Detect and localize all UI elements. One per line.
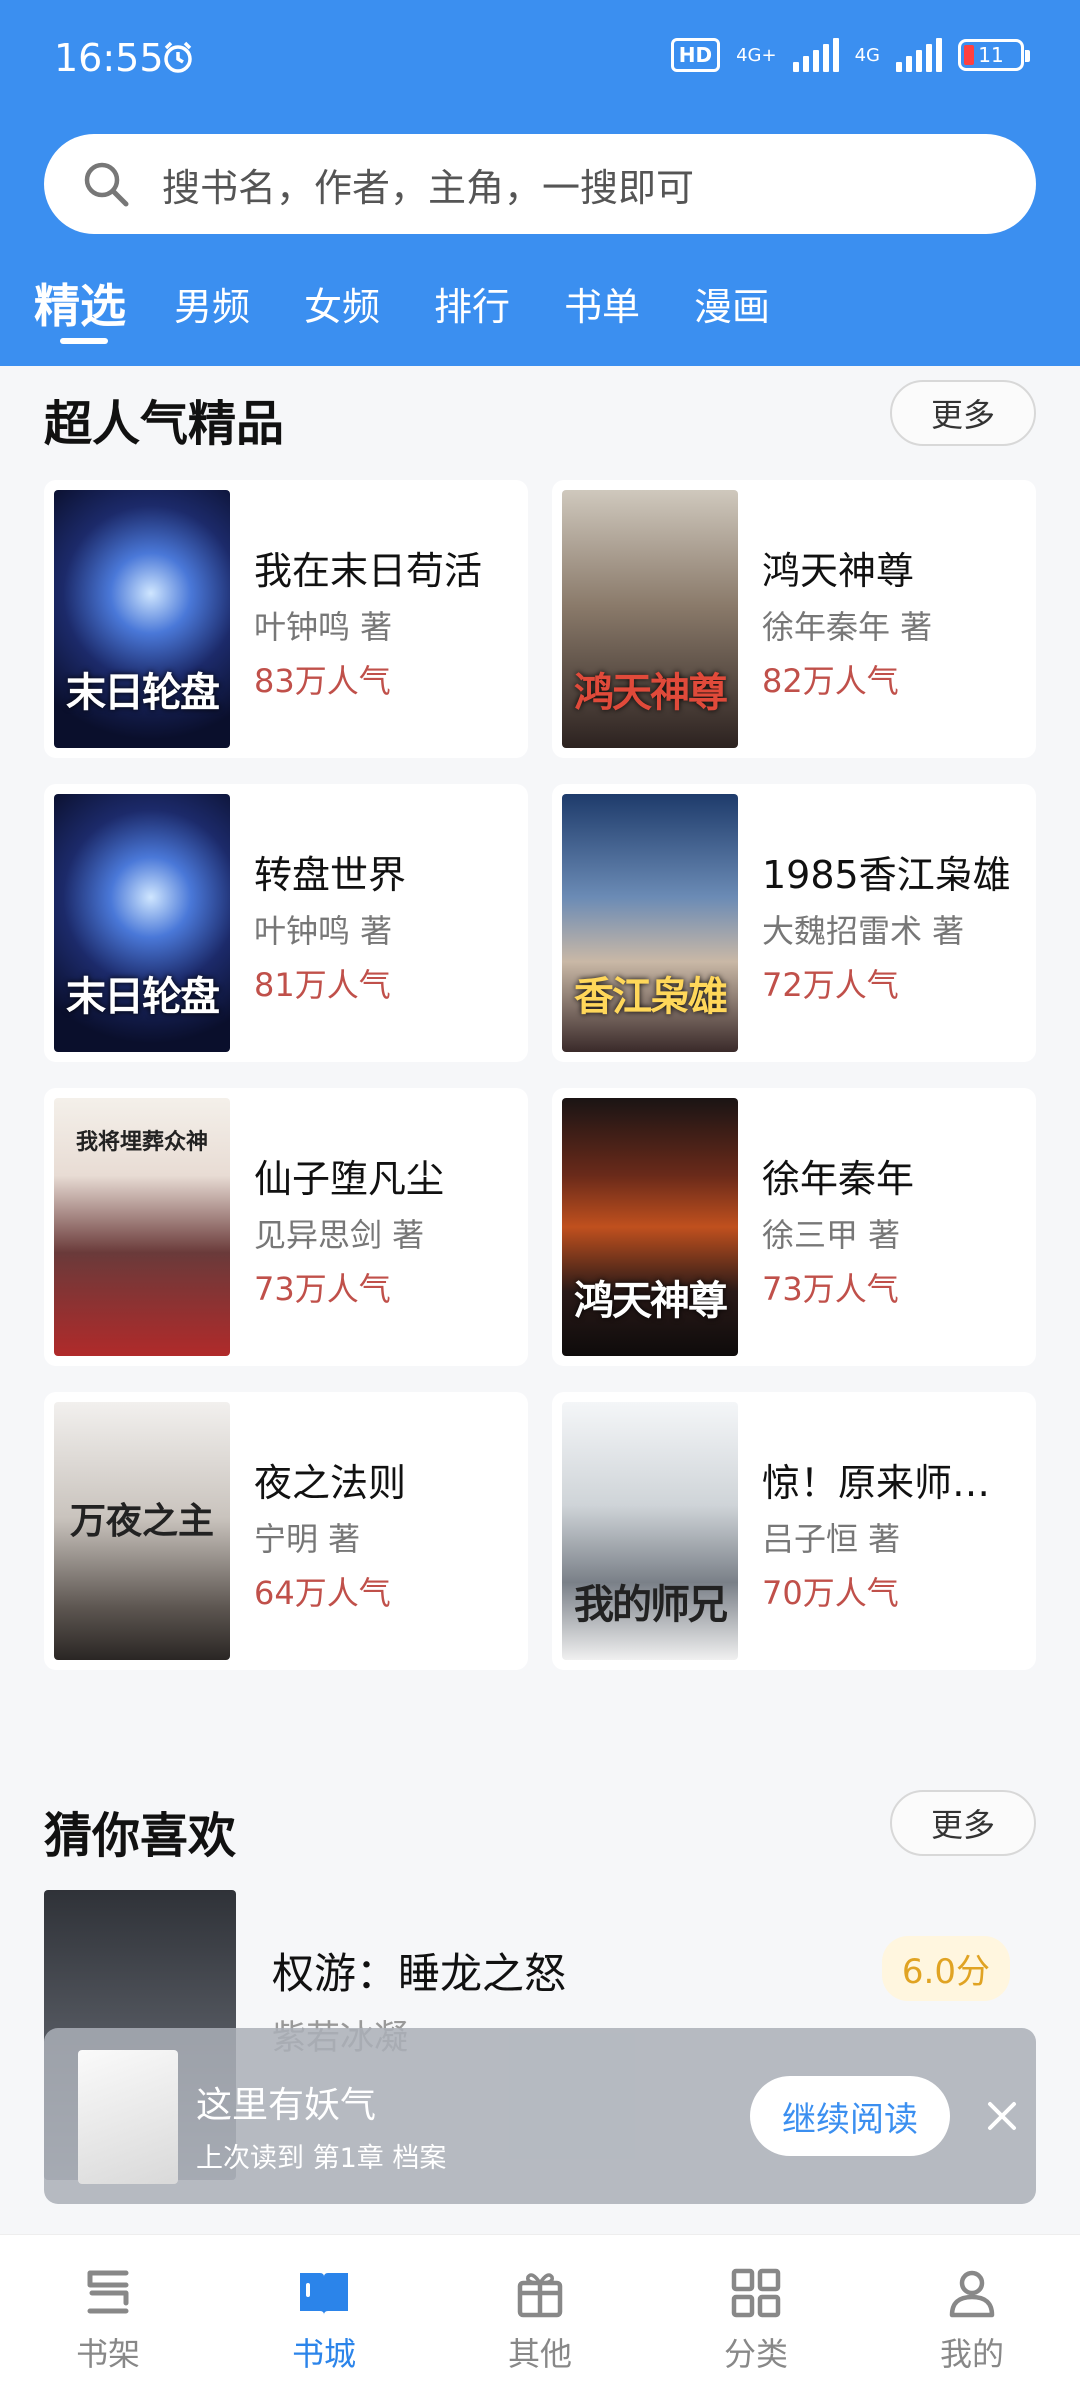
- grid-icon: [731, 2268, 781, 2318]
- nav-profile[interactable]: 我的: [902, 2263, 1042, 2375]
- search-placeholder: 搜书名，作者，主角，一搜即可: [162, 165, 695, 210]
- nav-label: 分类: [723, 2335, 788, 2373]
- book-card[interactable]: 鸿天神尊 鸿天神尊 徐年秦年 著 82万人气: [552, 480, 1036, 758]
- guess-more-button[interactable]: 更多: [890, 1790, 1036, 1856]
- book-author: 叶钟鸣 著: [254, 912, 393, 950]
- nav-label: 我的: [939, 2335, 1004, 2373]
- nav-label: 书城: [291, 2335, 356, 2373]
- book-title: 徐年秦年: [762, 1157, 915, 1201]
- continue-book-title: 这里有妖气: [196, 2085, 377, 2126]
- tab-ranking[interactable]: 排行: [434, 276, 510, 331]
- book-title: 1985香江枭雄: [762, 853, 1011, 897]
- section-title-popular: 超人气精品: [44, 396, 285, 452]
- book-cover: 香江枭雄: [562, 794, 738, 1052]
- signal-icon-2: [896, 38, 942, 72]
- book-popularity: 73万人气: [254, 1270, 391, 1308]
- book-cover: 我将埋葬众神: [54, 1098, 230, 1356]
- header: 16:55 HD 4G+ 4G 11 搜书名，作者，主角，一搜即可 精选 男频 …: [0, 0, 1080, 366]
- book-author: 宁明 著: [254, 1520, 361, 1558]
- battery-level: 11: [978, 43, 1004, 67]
- nav-bookstore[interactable]: 书城: [254, 2263, 394, 2375]
- book-cover: 末日轮盘: [54, 794, 230, 1052]
- nav-bookshelf[interactable]: 书架: [38, 2263, 178, 2375]
- book-popularity: 82万人气: [762, 662, 899, 700]
- tab-male[interactable]: 男频: [174, 276, 250, 331]
- cover-title: 鸿天神尊: [574, 669, 728, 716]
- book-card[interactable]: 鸿天神尊 徐年秦年 徐三甲 著 73万人气: [552, 1088, 1036, 1366]
- book-cover: 万夜之主: [54, 1402, 230, 1660]
- close-icon[interactable]: [974, 2088, 1030, 2144]
- book-card[interactable]: 末日轮盘 转盘世界 叶钟鸣 著 81万人气: [44, 784, 528, 1062]
- continue-book-progress: 上次读到 第1章 档案: [196, 2143, 447, 2174]
- tab-booklist[interactable]: 书单: [564, 276, 640, 331]
- tab-comics[interactable]: 漫画: [694, 276, 770, 331]
- section-title-guess: 猜你喜欢: [44, 1808, 237, 1864]
- continue-reading-bar[interactable]: 这里有妖气 上次读到 第1章 档案 继续阅读: [44, 2028, 1036, 2204]
- continue-book-cover: [78, 2050, 178, 2184]
- book-card[interactable]: 香江枭雄 1985香江枭雄 大魏招雷术 著 72万人气: [552, 784, 1036, 1062]
- book-open-icon: [300, 2273, 348, 2315]
- book-popularity: 64万人气: [254, 1574, 391, 1612]
- book-author: 大魏招雷术 著: [762, 912, 965, 950]
- nav-label: 其他: [507, 2335, 572, 2373]
- book-author: 徐年秦年 著: [762, 608, 933, 646]
- search-bar[interactable]: 搜书名，作者，主角，一搜即可: [44, 134, 1036, 234]
- cover-title: 末日轮盘: [66, 973, 220, 1020]
- alarm-icon: [164, 41, 192, 73]
- network-label-1: 4G+: [736, 44, 777, 66]
- tab-featured[interactable]: 精选: [34, 270, 126, 336]
- nav-label: 书架: [75, 2335, 140, 2373]
- category-tabs: 精选 男频 女频 排行 书单 漫画: [0, 266, 1080, 356]
- book-author: 徐三甲 著: [762, 1216, 901, 1254]
- book-popularity: 70万人气: [762, 1574, 899, 1612]
- guess-book-score: 6.0分: [881, 1936, 1010, 2001]
- book-popularity: 81万人气: [254, 966, 391, 1004]
- signal-icon: [792, 38, 839, 72]
- guess-book-title[interactable]: 权游：睡龙之怒: [272, 1940, 566, 2001]
- book-title: 夜之法则: [254, 1461, 407, 1505]
- bookshelf-icon: [87, 2270, 129, 2314]
- book-card[interactable]: 我的师兄 惊！原来师兄竟然是绝世高手 吕子恒 著 70万人气: [552, 1392, 1036, 1670]
- book-cover: 末日轮盘: [54, 490, 230, 748]
- status-bar: 16:55 HD 4G+ 4G 11: [0, 0, 1080, 120]
- book-author: 吕子恒 著: [762, 1520, 901, 1558]
- book-popularity: 73万人气: [762, 1270, 899, 1308]
- book-cover: 鸿天神尊: [562, 1098, 738, 1356]
- book-title: 我在末日苟活: [254, 549, 483, 593]
- book-cover: 鸿天神尊: [562, 490, 738, 748]
- book-card[interactable]: 我将埋葬众神 仙子堕凡尘 见异思剑 著 73万人气: [44, 1088, 528, 1366]
- cover-title: 我将埋葬众神: [75, 1129, 208, 1155]
- book-card[interactable]: 末日轮盘 我在末日苟活 叶钟鸣 著 83万人气: [44, 480, 528, 758]
- user-icon: [949, 2270, 995, 2318]
- tab-female[interactable]: 女频: [304, 276, 380, 331]
- book-popularity: 83万人气: [254, 662, 391, 700]
- network-label-2: 4G: [854, 44, 880, 66]
- book-title: 惊！原来师兄竟然是绝世高手: [762, 1461, 1024, 1505]
- cover-title: 末日轮盘: [66, 669, 220, 716]
- book-author: 叶钟鸣 著: [254, 608, 393, 646]
- nav-category[interactable]: 分类: [686, 2263, 826, 2375]
- tab-active-indicator: [60, 338, 108, 344]
- book-author: 见异思剑 著: [254, 1216, 425, 1254]
- cover-title: 香江枭雄: [574, 973, 728, 1020]
- book-card[interactable]: 万夜之主 夜之法则 宁明 著 64万人气: [44, 1392, 528, 1670]
- cover-title: 我的师兄: [574, 1581, 728, 1628]
- gift-icon: [517, 2273, 563, 2318]
- popular-more-button[interactable]: 更多: [890, 380, 1036, 446]
- book-title: 转盘世界: [254, 853, 407, 897]
- status-indicators: HD 4G+ 4G 11: [670, 38, 1030, 72]
- book-title: 鸿天神尊: [762, 549, 915, 593]
- cover-title: 万夜之主: [69, 1500, 214, 1542]
- battery-icon: 11: [958, 39, 1030, 71]
- continue-reading-button[interactable]: 继续阅读: [750, 2076, 950, 2156]
- book-popularity: 72万人气: [762, 966, 899, 1004]
- hd-badge: HD: [670, 38, 721, 72]
- status-time: 16:55: [54, 36, 164, 80]
- search-icon: [84, 162, 129, 207]
- book-title: 仙子堕凡尘: [254, 1157, 445, 1201]
- bottom-nav: 书架 书城 其他 分类 我的: [0, 2234, 1080, 2400]
- book-cover: 我的师兄: [562, 1402, 738, 1660]
- nav-other[interactable]: 其他: [470, 2263, 610, 2375]
- cover-title: 鸿天神尊: [574, 1277, 728, 1324]
